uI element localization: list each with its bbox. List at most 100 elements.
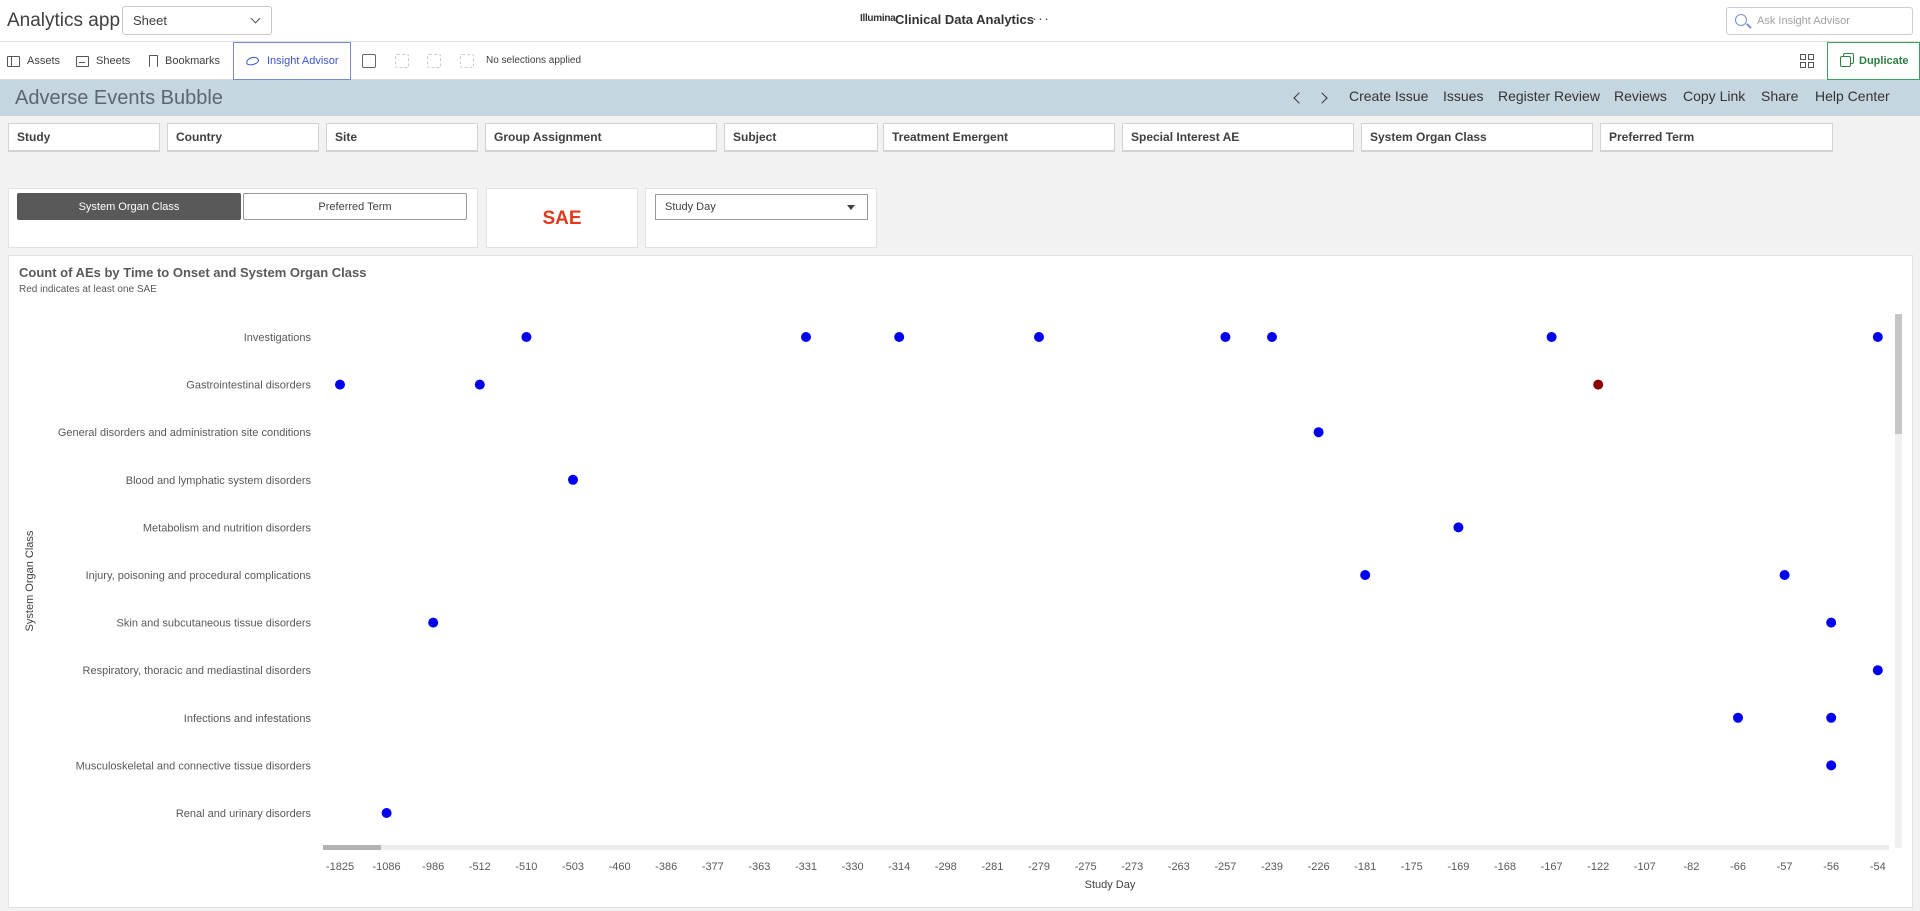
x-tick-label: -66 xyxy=(1730,861,1746,873)
filter-site[interactable]: Site xyxy=(326,123,478,152)
y-tick-label: Blood and lymphatic system disorders xyxy=(126,475,312,487)
y-tick-label: Metabolism and nutrition disorders xyxy=(143,522,312,534)
register-review-link[interactable]: Register Review xyxy=(1498,88,1600,104)
data-point[interactable] xyxy=(1546,332,1557,342)
data-point[interactable] xyxy=(894,332,905,342)
filter-preferred-term[interactable]: Preferred Term xyxy=(1600,123,1833,152)
data-point[interactable] xyxy=(1826,760,1837,771)
sae-label: SAE xyxy=(542,208,582,229)
filter-system-organ-class[interactable]: System Organ Class xyxy=(1361,123,1593,152)
y-tick-label: General disorders and administration sit… xyxy=(58,427,312,439)
data-point-sae[interactable] xyxy=(1593,379,1604,390)
share-link[interactable]: Share xyxy=(1761,88,1798,104)
data-point[interactable] xyxy=(1872,665,1883,676)
ask-insight-advisor-input[interactable] xyxy=(1757,13,1907,29)
x-tick-label: -331 xyxy=(795,861,817,873)
x-tick-label: -275 xyxy=(1075,861,1097,873)
y-tick-label: Injury, poisoning and procedural complic… xyxy=(86,570,312,582)
x-tick-label: -986 xyxy=(422,861,444,873)
y-tick-label: Respiratory, thoracic and mediastinal di… xyxy=(83,665,312,677)
y-tick-label: Musculoskeletal and connective tissue di… xyxy=(76,760,312,772)
filter-special-interest-ae[interactable]: Special Interest AE xyxy=(1122,123,1354,152)
sheet-title-bar: Adverse Events Bubble Create Issue Issue… xyxy=(0,80,1920,116)
preferred-term-button[interactable]: Preferred Term xyxy=(243,193,467,220)
sheets-label: Sheets xyxy=(96,55,131,67)
data-point[interactable] xyxy=(381,808,392,818)
filter-subject[interactable]: Subject xyxy=(724,123,878,152)
system-organ-class-button[interactable]: System Organ Class xyxy=(17,193,241,220)
data-point[interactable] xyxy=(1034,332,1044,342)
bookmarks-label: Bookmarks xyxy=(165,55,221,67)
issues-link[interactable]: Issues xyxy=(1443,88,1483,104)
x-tick-label: -175 xyxy=(1401,861,1423,873)
step-forward-icon[interactable] xyxy=(427,54,441,68)
x-tick-label: -226 xyxy=(1308,861,1330,873)
bookmarks-button[interactable]: Bookmarks xyxy=(149,42,220,80)
insight-advisor-button[interactable]: Insight Advisor xyxy=(233,42,351,80)
copy-link-link[interactable]: Copy Link xyxy=(1683,88,1745,104)
data-point[interactable] xyxy=(428,617,439,628)
vertical-scrollbar-thumb[interactable] xyxy=(1895,314,1902,434)
assets-label: Assets xyxy=(27,55,61,67)
data-point[interactable] xyxy=(521,332,532,342)
sheet-select[interactable]: Sheet xyxy=(122,6,272,35)
panel-icon xyxy=(7,55,20,67)
data-point[interactable] xyxy=(1453,522,1464,533)
smart-search-icon[interactable] xyxy=(362,54,376,68)
x-tick-label: -510 xyxy=(515,861,537,873)
x-tick-label: -257 xyxy=(1214,861,1236,873)
filter-country[interactable]: Country xyxy=(167,123,319,152)
x-tick-label: -281 xyxy=(981,861,1003,873)
x-tick-label: -377 xyxy=(702,861,724,873)
filter-study[interactable]: Study xyxy=(8,123,160,152)
y-tick-label: Renal and urinary disorders xyxy=(176,808,312,820)
data-point[interactable] xyxy=(1779,570,1790,580)
create-issue-link[interactable]: Create Issue xyxy=(1349,88,1428,104)
x-axis-select[interactable]: Study Day xyxy=(655,194,868,220)
data-point[interactable] xyxy=(1220,332,1231,342)
step-back-icon[interactable] xyxy=(395,54,409,68)
filter-treatment-emergent[interactable]: Treatment Emergent xyxy=(883,123,1115,152)
x-axis-title: Study Day xyxy=(1085,879,1136,891)
data-point[interactable] xyxy=(1733,712,1743,723)
y-tick-label: Infections and infestations xyxy=(184,713,312,725)
y-tick-label: Investigations xyxy=(244,332,312,344)
sheet-title: Adverse Events Bubble xyxy=(15,87,223,109)
data-point[interactable] xyxy=(335,379,345,390)
data-point[interactable] xyxy=(1872,332,1883,342)
x-tick-label: -167 xyxy=(1541,861,1563,873)
assets-button[interactable]: Assets xyxy=(7,42,60,80)
x-tick-label: -330 xyxy=(842,861,864,873)
ask-insight-advisor-box[interactable] xyxy=(1726,7,1913,35)
data-point[interactable] xyxy=(568,474,578,485)
sheets-icon xyxy=(76,55,89,67)
next-sheet-icon[interactable] xyxy=(1316,92,1328,104)
caret-down-icon xyxy=(847,205,855,210)
more-options-icon[interactable]: ··· xyxy=(1032,10,1050,27)
data-point[interactable] xyxy=(1267,332,1277,342)
data-point[interactable] xyxy=(474,379,485,390)
chart-panel: Count of AEs by Time to Onset and System… xyxy=(8,255,1913,908)
y-tick-label: Gastrointestinal disorders xyxy=(186,380,311,392)
data-point[interactable] xyxy=(1360,570,1371,580)
scatter-chart[interactable]: Investigations Gastrointestinal disorders… xyxy=(9,256,1914,909)
data-point[interactable] xyxy=(1313,427,1324,438)
x-tick-label: -314 xyxy=(888,861,910,873)
reviews-link[interactable]: Reviews xyxy=(1614,88,1667,104)
duplicate-button[interactable]: Duplicate xyxy=(1827,42,1920,80)
app-title: Analytics app xyxy=(7,10,121,31)
previous-sheet-icon[interactable] xyxy=(1293,92,1305,104)
clear-selections-icon[interactable] xyxy=(460,54,474,68)
data-point[interactable] xyxy=(801,332,811,342)
duplicate-icon xyxy=(1840,55,1851,67)
filter-group-assignment[interactable]: Group Assignment xyxy=(485,123,717,152)
data-point[interactable] xyxy=(1826,617,1837,628)
data-point[interactable] xyxy=(1826,712,1837,723)
grid-view-icon[interactable] xyxy=(1800,54,1814,68)
x-tick-label: -263 xyxy=(1168,861,1190,873)
x-tick-label: -168 xyxy=(1494,861,1516,873)
horizontal-scrollbar-track[interactable] xyxy=(323,845,1889,850)
sheets-button[interactable]: Sheets xyxy=(76,42,130,80)
horizontal-scrollbar-thumb[interactable] xyxy=(323,845,381,850)
help-center-link[interactable]: Help Center xyxy=(1815,88,1890,104)
